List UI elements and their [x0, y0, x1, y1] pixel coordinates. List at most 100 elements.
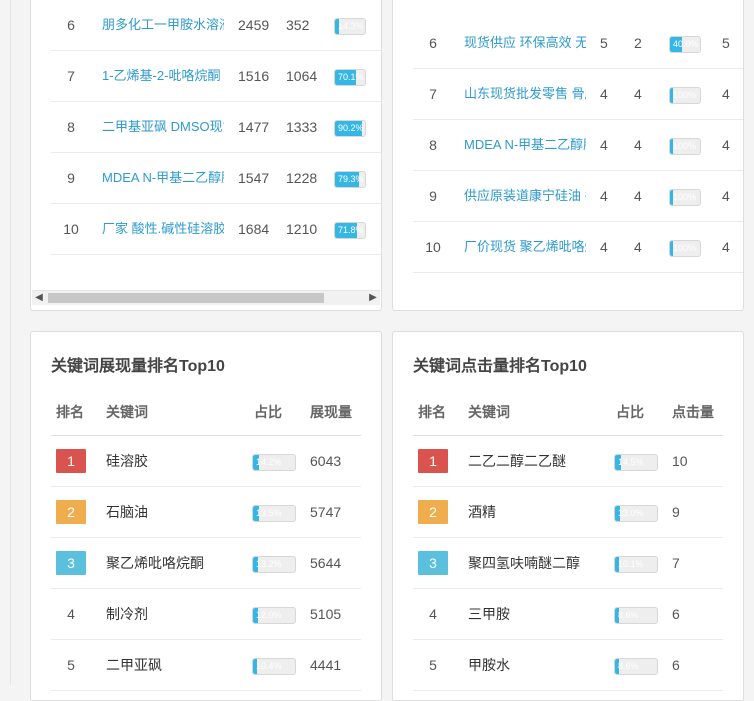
- share-percent-label: 79.3%: [338, 174, 364, 184]
- keyword-text: 石脑油: [106, 504, 148, 520]
- metric-value: 5105: [310, 606, 342, 622]
- share-percent-label: 13.0%: [618, 508, 644, 518]
- share-progress-bar: 10.4%: [252, 658, 296, 675]
- row-rank: 8: [429, 137, 437, 153]
- table-row: 5 二甲亚砜 10.4% 4441: [51, 640, 361, 691]
- share-progress-bar: 13.5%: [252, 505, 296, 522]
- row-rank: 5: [429, 657, 437, 673]
- share-percent-label: 10.4%: [256, 661, 282, 671]
- keyword-click-panel: 关键词点击量排名Top10 排名 关键词 占比 点击量 1 二乙二醇二乙醚 14.5…: [392, 331, 744, 701]
- click-count: 4: [600, 188, 608, 204]
- keyword-impression-panel: 关键词展现量排名Top10 排名 关键词 占比 展现量 1 硅溶胶 14.2% 604…: [30, 331, 382, 701]
- table-row: 4 制冷剂 12.0% 5105: [51, 589, 361, 640]
- product-impression-panel: 6 朋多化工一甲胺水溶液 2459 352 14.3% 7 1-乙烯基-2-吡咯烷酮 N 15…: [30, 0, 382, 311]
- click-count: 4: [600, 239, 608, 255]
- metric-value: 6: [672, 657, 680, 673]
- row-rank: 8: [67, 119, 75, 135]
- metric-value: 4441: [310, 657, 342, 673]
- row-rank: 5: [67, 657, 75, 673]
- scroll-left-icon[interactable]: ◀: [32, 291, 46, 305]
- page-left-divider: [10, 0, 11, 685]
- share-percent-label: 100%: [673, 141, 697, 151]
- share-percent-label: 100%: [673, 243, 697, 253]
- impression-count: 1477: [238, 119, 270, 135]
- table-row: 7 1-乙烯基-2-吡咯烷酮 N 1516 1064 70.1%: [51, 51, 381, 102]
- inquiry-count: 2: [634, 35, 642, 51]
- product-link[interactable]: 山东现货批发零售 骨胶: [464, 69, 586, 119]
- product-link[interactable]: MDEA N-甲基二乙醇胺: [464, 120, 586, 170]
- rank-badge: 1: [418, 449, 448, 473]
- product-link[interactable]: MDEA N-甲基二乙醇胺: [102, 153, 224, 203]
- share-percent-label: 12.0%: [256, 610, 282, 620]
- header-share: 占比: [254, 404, 282, 420]
- table-row: 6 现货供应 环保高效 无错 5 2 40.0% 5: [413, 18, 743, 69]
- share-progress-bar: 12.0%: [252, 607, 296, 624]
- product-link[interactable]: 二甲基亚砜 DMSO现货: [102, 102, 224, 152]
- inquiry-count: 4: [634, 86, 642, 102]
- metric-value: 6: [672, 606, 680, 622]
- share-progress-bar: 13.0%: [614, 505, 658, 522]
- share-progress-bar: 8.6%: [614, 658, 658, 675]
- header-keyword: 关键词: [468, 404, 510, 420]
- keyword-text: 二甲亚砜: [106, 657, 162, 673]
- product-link[interactable]: 厂家 酸性.碱性硅溶胶-: [102, 204, 224, 254]
- rank-badge: 1: [56, 449, 86, 473]
- share-percent-label: 14.3%: [338, 21, 364, 31]
- product-link[interactable]: 供应原装道康宁硅油 各: [464, 171, 586, 221]
- keyword-text: 二乙二醇二乙醚: [468, 453, 566, 469]
- row-rank: 7: [67, 68, 75, 84]
- share-progress-bar: 8.6%: [614, 607, 658, 624]
- extra-count: 4: [722, 86, 730, 102]
- extra-count: 4: [722, 188, 730, 204]
- product-link[interactable]: 朋多化工一甲胺水溶液: [102, 0, 224, 50]
- extra-count: 4: [722, 239, 730, 255]
- table-row: 8 二甲基亚砜 DMSO现货 1477 1333 90.2%: [51, 102, 381, 153]
- share-progress-bar: 90.2%: [334, 120, 366, 137]
- share-progress-bar: 14.2%: [252, 454, 296, 471]
- share-progress-bar: 14.3%: [334, 18, 366, 35]
- share-percent-label: 14.5%: [618, 457, 644, 467]
- click-count: 1064: [286, 68, 318, 84]
- table-row: 10 厂家 酸性.碱性硅溶胶- 1684 1210 71.8%: [51, 204, 381, 255]
- row-rank: 4: [67, 606, 75, 622]
- panel-title: 关键词点击量排名Top10: [413, 358, 587, 375]
- horizontal-scrollbar[interactable]: ◀ ▶: [32, 290, 380, 305]
- row-rank: 4: [429, 606, 437, 622]
- table-row: 1 硅溶胶 14.2% 6043: [51, 436, 361, 487]
- share-progress-bar: 13.2%: [252, 556, 296, 573]
- rank-badge: 3: [56, 551, 86, 575]
- scroll-right-icon[interactable]: ▶: [366, 291, 380, 305]
- table-row: 10 厂价现货 聚乙烯吡咯烷 4 4 100% 4: [413, 222, 743, 273]
- share-percent-label: 71.8%: [338, 225, 364, 235]
- share-progress-bar: 79.3%: [334, 171, 366, 188]
- table-row: 9 供应原装道康宁硅油 各 4 4 100% 4: [413, 171, 743, 222]
- table-row: 1 二乙二醇二乙醚 14.5% 10: [413, 436, 723, 487]
- product-click-panel: 6 现货供应 环保高效 无错 5 2 40.0% 5 7 山东现货批发零售 骨胶 4 4 100% 4…: [392, 0, 744, 311]
- product-link[interactable]: 厂价现货 聚乙烯吡咯烷: [464, 222, 586, 272]
- panel-title: 关键词展现量排名Top10: [51, 358, 225, 375]
- share-percent-label: 40.0%: [673, 39, 699, 49]
- table-header: 排名 关键词 占比 点击量: [413, 390, 723, 436]
- scrollbar-thumb[interactable]: [48, 293, 324, 303]
- row-rank: 7: [429, 86, 437, 102]
- row-rank: 9: [67, 170, 75, 186]
- metric-value: 5747: [310, 504, 342, 520]
- share-progress-bar: 100%: [669, 240, 701, 257]
- share-progress-bar: 100%: [669, 189, 701, 206]
- metric-value: 7: [672, 555, 680, 571]
- share-progress-bar: 70.1%: [334, 69, 366, 86]
- share-percent-label: 10.1%: [618, 559, 644, 569]
- table-row: 8 MDEA N-甲基二乙醇胺 4 4 100% 4: [413, 120, 743, 171]
- product-link[interactable]: 1-乙烯基-2-吡咯烷酮 N: [102, 51, 224, 101]
- impression-count: 1547: [238, 170, 270, 186]
- table-row: 5 甲胺水 8.6% 6: [413, 640, 723, 691]
- product-link[interactable]: 现货供应 环保高效 无错: [464, 18, 586, 68]
- keyword-text: 三甲胺: [468, 606, 510, 622]
- share-progress-bar: 40.0%: [669, 36, 701, 53]
- table-row: 6 朋多化工一甲胺水溶液 2459 352 14.3%: [51, 0, 381, 51]
- share-percent-label: 100%: [673, 90, 697, 100]
- inquiry-count: 4: [634, 239, 642, 255]
- click-count: 4: [600, 86, 608, 102]
- metric-value: 5644: [310, 555, 342, 571]
- click-count: 1210: [286, 221, 318, 237]
